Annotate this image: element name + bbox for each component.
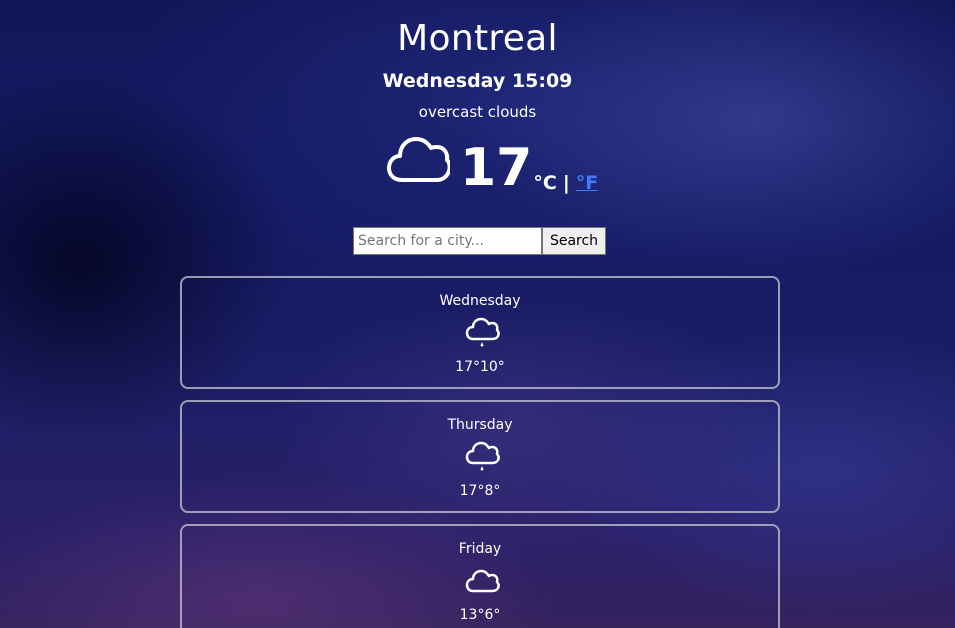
forecast-day: Thursday xyxy=(447,417,513,433)
weather-description: overcast clouds xyxy=(418,103,537,121)
forecast-day: Friday xyxy=(458,541,502,557)
cloud-icon xyxy=(465,569,500,593)
weather-app: Montreal Wednesday 15:09 overcast clouds… xyxy=(0,0,955,628)
search-button[interactable]: Search xyxy=(542,227,606,255)
cloud-rain-icon xyxy=(465,441,500,471)
current-datetime: Wednesday 15:09 xyxy=(382,70,573,92)
forecast-card: Friday 13°6° xyxy=(180,524,780,628)
fahrenheit-link[interactable]: °F xyxy=(576,172,598,194)
city-search-input[interactable] xyxy=(353,227,542,255)
celsius-unit: °C xyxy=(533,172,557,194)
forecast-card: Wednesday 17°10° xyxy=(180,276,780,389)
forecast-card: Thursday 17°8° xyxy=(180,400,780,513)
current-temperature: 17 xyxy=(460,138,533,198)
forecast-temps: 17°10° xyxy=(455,359,505,375)
city-name: Montreal xyxy=(397,18,558,59)
forecast-list: Wednesday 17°10° Thursday 17°8° Friday 1… xyxy=(180,276,780,628)
unit-separator: | xyxy=(562,172,570,194)
current-weather: 17 °C | °F xyxy=(386,132,598,204)
forecast-temps: 17°8° xyxy=(459,483,501,499)
unit-toggle: °C | °F xyxy=(533,172,598,194)
forecast-temps: 13°6° xyxy=(459,607,501,623)
forecast-day: Wednesday xyxy=(439,293,521,309)
search-form: Search xyxy=(353,227,606,255)
cloud-rain-icon xyxy=(465,317,500,347)
cloud-icon xyxy=(387,137,450,182)
